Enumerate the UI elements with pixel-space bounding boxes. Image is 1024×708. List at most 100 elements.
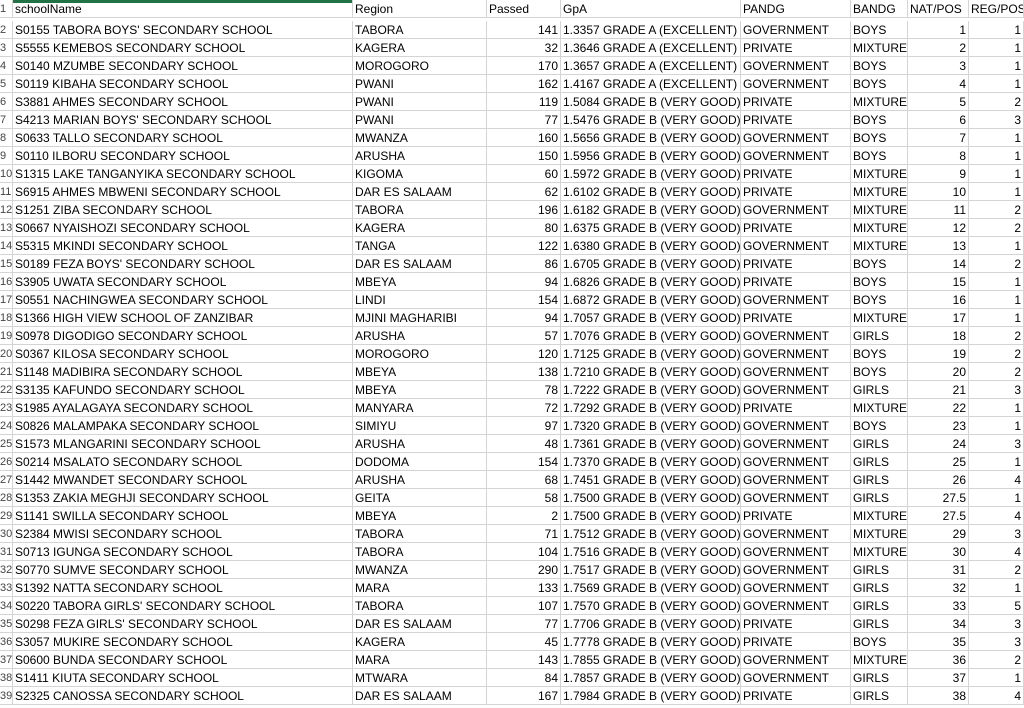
cell-passed[interactable]: 104 bbox=[487, 543, 561, 560]
row-number[interactable]: 20 bbox=[0, 345, 13, 362]
cell-reg-pos[interactable]: 1 bbox=[969, 237, 1024, 254]
cell-pandg[interactable]: PRIVATE bbox=[741, 615, 851, 632]
row-number[interactable]: 34 bbox=[0, 597, 13, 614]
row-number[interactable]: 17 bbox=[0, 291, 13, 308]
cell-region[interactable]: ARUSHA bbox=[353, 435, 487, 452]
cell-region[interactable]: MBEYA bbox=[353, 273, 487, 290]
row-number[interactable]: 38 bbox=[0, 669, 13, 686]
cell-pandg[interactable]: GOVERNMENT bbox=[741, 579, 851, 596]
cell-region[interactable]: DAR ES SALAAM bbox=[353, 615, 487, 632]
row-number[interactable]: 18 bbox=[0, 309, 13, 326]
cell-passed[interactable]: 133 bbox=[487, 579, 561, 596]
row-number[interactable]: 10 bbox=[0, 165, 13, 182]
row-number[interactable]: 23 bbox=[0, 399, 13, 416]
cell-reg-pos[interactable]: 2 bbox=[969, 345, 1024, 362]
cell-school-name[interactable]: S0826 MALAMPAKA SECONDARY SCHOOL bbox=[13, 417, 353, 434]
cell-reg-pos[interactable]: 1 bbox=[969, 291, 1024, 308]
cell-passed[interactable]: 167 bbox=[487, 687, 561, 704]
cell-school-name[interactable]: S6915 AHMES MBWENI SECONDARY SCHOOL bbox=[13, 183, 353, 200]
cell-reg-pos[interactable]: 1 bbox=[969, 183, 1024, 200]
cell-reg-pos[interactable]: 3 bbox=[969, 435, 1024, 452]
cell-region[interactable]: LINDI bbox=[353, 291, 487, 308]
cell-reg-pos[interactable]: 1 bbox=[969, 453, 1024, 470]
cell-nat-pos[interactable]: 20 bbox=[908, 363, 969, 380]
row-number[interactable]: 39 bbox=[0, 687, 13, 704]
cell-gpa[interactable]: 1.3357 GRADE A (EXCELLENT) bbox=[561, 21, 741, 38]
cell-gpa[interactable]: 1.5084 GRADE B (VERY GOOD) bbox=[561, 93, 741, 110]
cell-gpa[interactable]: 1.7210 GRADE B (VERY GOOD) bbox=[561, 363, 741, 380]
cell-passed[interactable]: 290 bbox=[487, 561, 561, 578]
cell-bandg[interactable]: GIRLS bbox=[851, 669, 908, 686]
cell-nat-pos[interactable]: 11 bbox=[908, 201, 969, 218]
cell-bandg[interactable]: GIRLS bbox=[851, 561, 908, 578]
cell-bandg[interactable]: BOYS bbox=[851, 129, 908, 146]
cell-bandg[interactable]: GIRLS bbox=[851, 579, 908, 596]
cell-region[interactable]: MBEYA bbox=[353, 363, 487, 380]
cell-pandg[interactable]: PRIVATE bbox=[741, 219, 851, 236]
cell-passed[interactable]: 122 bbox=[487, 237, 561, 254]
cell-school-name[interactable]: S1315 LAKE TANGANYIKA SECONDARY SCHOOL bbox=[13, 165, 353, 182]
cell-passed[interactable]: 77 bbox=[487, 111, 561, 128]
cell-nat-pos[interactable]: 27.5 bbox=[908, 489, 969, 506]
cell-school-name[interactable]: S0119 KIBAHA SECONDARY SCHOOL bbox=[13, 75, 353, 92]
cell-pandg[interactable]: GOVERNMENT bbox=[741, 363, 851, 380]
cell-bandg[interactable]: MIXTURE bbox=[851, 507, 908, 524]
cell-pandg[interactable]: GOVERNMENT bbox=[741, 417, 851, 434]
cell-nat-pos[interactable]: 29 bbox=[908, 525, 969, 542]
cell-reg-pos[interactable]: 3 bbox=[969, 381, 1024, 398]
cell-region[interactable]: ARUSHA bbox=[353, 147, 487, 164]
cell-region[interactable]: TABORA bbox=[353, 543, 487, 560]
cell-passed[interactable]: 84 bbox=[487, 669, 561, 686]
cell-nat-pos[interactable]: 13 bbox=[908, 237, 969, 254]
cell-reg-pos[interactable]: 2 bbox=[969, 219, 1024, 236]
cell-passed[interactable]: 62 bbox=[487, 183, 561, 200]
cell-passed[interactable]: 150 bbox=[487, 147, 561, 164]
row-number[interactable]: 36 bbox=[0, 633, 13, 650]
cell-passed[interactable]: 119 bbox=[487, 93, 561, 110]
cell-passed[interactable]: 72 bbox=[487, 399, 561, 416]
cell-school-name[interactable]: S0770 SUMVE SECONDARY SCHOOL bbox=[13, 561, 353, 578]
cell-school-name[interactable]: S0978 DIGODIGO SECONDARY SCHOOL bbox=[13, 327, 353, 344]
cell-nat-pos[interactable]: 38 bbox=[908, 687, 969, 704]
cell-bandg[interactable]: BOYS bbox=[851, 255, 908, 272]
cell-gpa[interactable]: 1.5476 GRADE B (VERY GOOD) bbox=[561, 111, 741, 128]
row-number[interactable]: 7 bbox=[0, 111, 13, 128]
cell-passed[interactable]: 160 bbox=[487, 129, 561, 146]
cell-reg-pos[interactable]: 1 bbox=[969, 57, 1024, 74]
cell-gpa[interactable]: 1.7512 GRADE B (VERY GOOD) bbox=[561, 525, 741, 542]
cell-reg-pos[interactable]: 1 bbox=[969, 399, 1024, 416]
cell-nat-pos[interactable]: 7 bbox=[908, 129, 969, 146]
cell-bandg[interactable]: MIXTURE bbox=[851, 237, 908, 254]
cell-pandg[interactable]: GOVERNMENT bbox=[741, 561, 851, 578]
cell-passed[interactable]: 154 bbox=[487, 291, 561, 308]
header-cell-reg-pos[interactable]: REG/POS bbox=[969, 0, 1024, 17]
cell-reg-pos[interactable]: 1 bbox=[969, 129, 1024, 146]
cell-reg-pos[interactable]: 3 bbox=[969, 615, 1024, 632]
cell-passed[interactable]: 107 bbox=[487, 597, 561, 614]
cell-region[interactable]: MOROGORO bbox=[353, 57, 487, 74]
cell-pandg[interactable]: PRIVATE bbox=[741, 633, 851, 650]
cell-pandg[interactable]: GOVERNMENT bbox=[741, 201, 851, 218]
cell-pandg[interactable]: GOVERNMENT bbox=[741, 345, 851, 362]
cell-pandg[interactable]: GOVERNMENT bbox=[741, 597, 851, 614]
cell-passed[interactable]: 57 bbox=[487, 327, 561, 344]
cell-gpa[interactable]: 1.7500 GRADE B (VERY GOOD) bbox=[561, 507, 741, 524]
cell-region[interactable]: MARA bbox=[353, 579, 487, 596]
cell-region[interactable]: KAGERA bbox=[353, 219, 487, 236]
cell-pandg[interactable]: PRIVATE bbox=[741, 309, 851, 326]
cell-pandg[interactable]: GOVERNMENT bbox=[741, 669, 851, 686]
cell-pandg[interactable]: GOVERNMENT bbox=[741, 381, 851, 398]
cell-bandg[interactable]: BOYS bbox=[851, 363, 908, 380]
cell-gpa[interactable]: 1.5656 GRADE B (VERY GOOD) bbox=[561, 129, 741, 146]
cell-region[interactable]: MANYARA bbox=[353, 399, 487, 416]
cell-nat-pos[interactable]: 25 bbox=[908, 453, 969, 470]
cell-bandg[interactable]: MIXTURE bbox=[851, 399, 908, 416]
cell-passed[interactable]: 71 bbox=[487, 525, 561, 542]
row-number[interactable]: 4 bbox=[0, 57, 13, 74]
cell-gpa[interactable]: 1.3657 GRADE A (EXCELLENT) bbox=[561, 57, 741, 74]
row-number[interactable]: 29 bbox=[0, 507, 13, 524]
cell-reg-pos[interactable]: 2 bbox=[969, 93, 1024, 110]
row-number[interactable]: 15 bbox=[0, 255, 13, 272]
row-number[interactable]: 8 bbox=[0, 129, 13, 146]
cell-pandg[interactable]: GOVERNMENT bbox=[741, 489, 851, 506]
